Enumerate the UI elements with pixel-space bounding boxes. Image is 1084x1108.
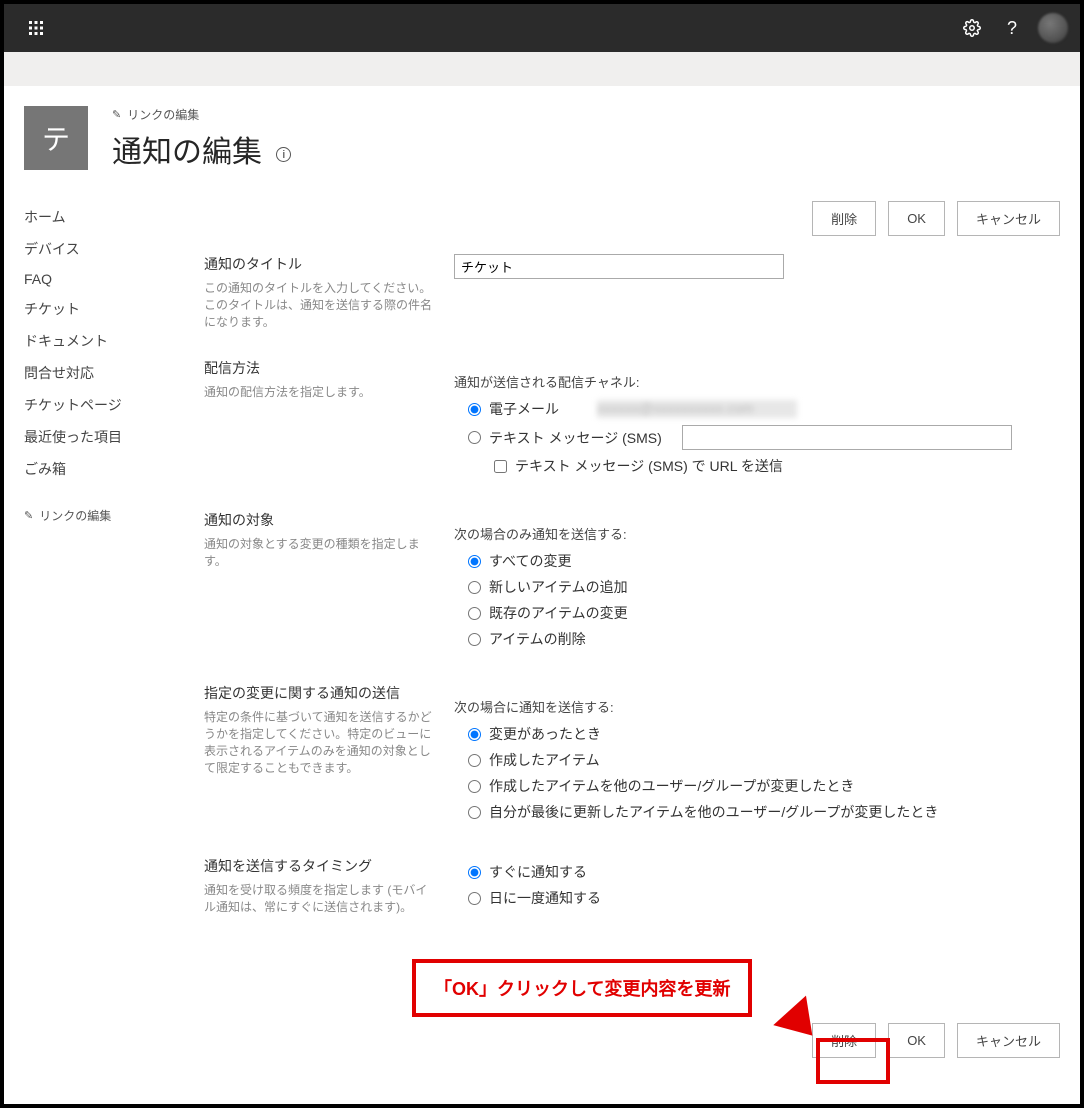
specific-opt-1[interactable]: 作成したアイテム <box>468 750 1060 770</box>
delivery-email-radio[interactable]: 電子メール xxxxxx@xxxxxxxxxx.com <box>468 399 1060 419</box>
section-timing-label: 通知を送信するタイミング <box>204 856 434 876</box>
delivery-prompt: 通知が送信される配信チャネル: <box>454 372 1060 391</box>
notification-title-input[interactable] <box>454 254 784 279</box>
sidebar-item-document[interactable]: ドキュメント <box>24 325 184 357</box>
target-opt-1[interactable]: 新しいアイテムの追加 <box>468 577 1060 597</box>
timing-opt-0[interactable]: すぐに通知する <box>468 862 1060 882</box>
sidebar-item-home[interactable]: ホーム <box>24 201 184 233</box>
action-row-top: 削除 OK キャンセル <box>204 201 1060 236</box>
section-target: 通知の対象 通知の対象とする変更の種類を指定します。 次の場合のみ通知を送信する… <box>204 510 1060 655</box>
delivery-sms-url-check[interactable]: テキスト メッセージ (SMS) で URL を送信 <box>494 456 1060 476</box>
delivery-sms-radio[interactable]: テキスト メッセージ (SMS) <box>468 425 1060 450</box>
edit-links-label: リンクの編集 <box>127 106 199 123</box>
section-target-label: 通知の対象 <box>204 510 434 530</box>
edit-links-side[interactable]: ✎ リンクの編集 <box>24 501 184 530</box>
section-timing-desc: 通知を受け取る頻度を指定します (モバイル通知は、常にすぐに送信されます)。 <box>204 882 434 916</box>
apps-icon[interactable] <box>16 8 56 48</box>
timing-opt-1[interactable]: 日に一度通知する <box>468 888 1060 908</box>
site-tile[interactable]: テ <box>24 106 88 170</box>
specific-opt-0[interactable]: 変更があったとき <box>468 724 1060 744</box>
specific-opt-3[interactable]: 自分が最後に更新したアイテムを他のユーザー/グループが変更したとき <box>468 802 1060 822</box>
section-specific-label: 指定の変更に関する通知の送信 <box>204 683 434 703</box>
section-specific-desc: 特定の条件に基づいて通知を送信するかどうかを指定してください。特定のビューに表示… <box>204 709 434 776</box>
sidebar-item-ticketpage[interactable]: チケットページ <box>24 389 184 421</box>
delete-button-top[interactable]: 削除 <box>812 201 876 236</box>
content: 削除 OK キャンセル 通知のタイトル この通知のタイトルを入力してください。こ… <box>204 201 1060 1076</box>
action-row-bottom: 削除 OK キャンセル <box>204 1023 1060 1058</box>
delivery-sms-url-check-input[interactable] <box>494 460 507 473</box>
pencil-icon: ✎ <box>112 108 121 121</box>
delivery-sms-label: テキスト メッセージ (SMS) <box>489 428 662 448</box>
delete-button-bottom[interactable]: 削除 <box>812 1023 876 1058</box>
sidebar-item-faq[interactable]: FAQ <box>24 265 184 293</box>
section-delivery-label: 配信方法 <box>204 358 434 378</box>
section-delivery: 配信方法 通知の配信方法を指定します。 通知が送信される配信チャネル: 電子メー… <box>204 358 1060 482</box>
delivery-sms-input[interactable] <box>682 425 1012 450</box>
callout-box: 「OK」クリックして変更内容を更新 <box>412 959 752 1017</box>
delivery-email-radio-input[interactable] <box>468 403 481 416</box>
top-bar: ? <box>4 4 1080 52</box>
target-prompt: 次の場合のみ通知を送信する: <box>454 524 1060 543</box>
sidebar-item-recent[interactable]: 最近使った項目 <box>24 421 184 453</box>
info-icon[interactable]: i <box>276 147 291 162</box>
specific-opt-2[interactable]: 作成したアイテムを他のユーザー/グループが変更したとき <box>468 776 1060 796</box>
section-title: 通知のタイトル この通知のタイトルを入力してください。このタイトルは、通知を送信… <box>204 254 1060 330</box>
edit-links-side-label: リンクの編集 <box>39 507 111 524</box>
sidebar-item-inquiry[interactable]: 問合せ対応 <box>24 357 184 389</box>
help-icon[interactable]: ? <box>992 8 1032 48</box>
section-title-desc: この通知のタイトルを入力してください。このタイトルは、通知を送信する際の件名にな… <box>204 280 434 330</box>
target-opt-2[interactable]: 既存のアイテムの変更 <box>468 603 1060 623</box>
avatar[interactable] <box>1038 13 1068 43</box>
cancel-button-top[interactable]: キャンセル <box>957 201 1060 236</box>
delivery-email-value: xxxxxx@xxxxxxxxxx.com <box>597 400 797 418</box>
sidebar: ホーム デバイス FAQ チケット ドキュメント 問合せ対応 チケットページ 最… <box>24 201 204 1076</box>
cancel-button-bottom[interactable]: キャンセル <box>957 1023 1060 1058</box>
page-header: テ ✎ リンクの編集 通知の編集 i <box>4 86 1080 181</box>
delivery-sms-url-label: テキスト メッセージ (SMS) で URL を送信 <box>515 456 783 476</box>
section-specific: 指定の変更に関する通知の送信 特定の条件に基づいて通知を送信するかどうかを指定し… <box>204 683 1060 828</box>
target-opt-0[interactable]: すべての変更 <box>468 551 1060 571</box>
ribbon-placeholder <box>4 52 1080 86</box>
sidebar-item-device[interactable]: デバイス <box>24 233 184 265</box>
target-opt-3[interactable]: アイテムの削除 <box>468 629 1060 649</box>
delivery-email-label: 電子メール <box>489 399 559 419</box>
gear-icon[interactable] <box>952 8 992 48</box>
section-target-desc: 通知の対象とする変更の種類を指定します。 <box>204 536 434 570</box>
ok-button-top[interactable]: OK <box>888 201 945 236</box>
page-title: 通知の編集 i <box>112 127 291 171</box>
ok-button-bottom[interactable]: OK <box>888 1023 945 1058</box>
edit-links-top[interactable]: ✎ リンクの編集 <box>112 106 291 123</box>
sidebar-item-trash[interactable]: ごみ箱 <box>24 453 184 485</box>
section-delivery-desc: 通知の配信方法を指定します。 <box>204 384 434 401</box>
delivery-sms-radio-input[interactable] <box>468 431 481 444</box>
pencil-icon: ✎ <box>24 509 33 522</box>
sidebar-item-ticket[interactable]: チケット <box>24 293 184 325</box>
section-title-label: 通知のタイトル <box>204 254 434 274</box>
specific-prompt: 次の場合に通知を送信する: <box>454 697 1060 716</box>
